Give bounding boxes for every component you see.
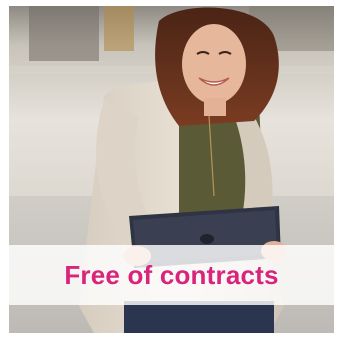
card-caption[interactable]: Free of contracts bbox=[64, 260, 278, 291]
feature-card[interactable]: Free of contracts bbox=[0, 0, 343, 339]
caption-band: Free of contracts bbox=[9, 245, 334, 305]
